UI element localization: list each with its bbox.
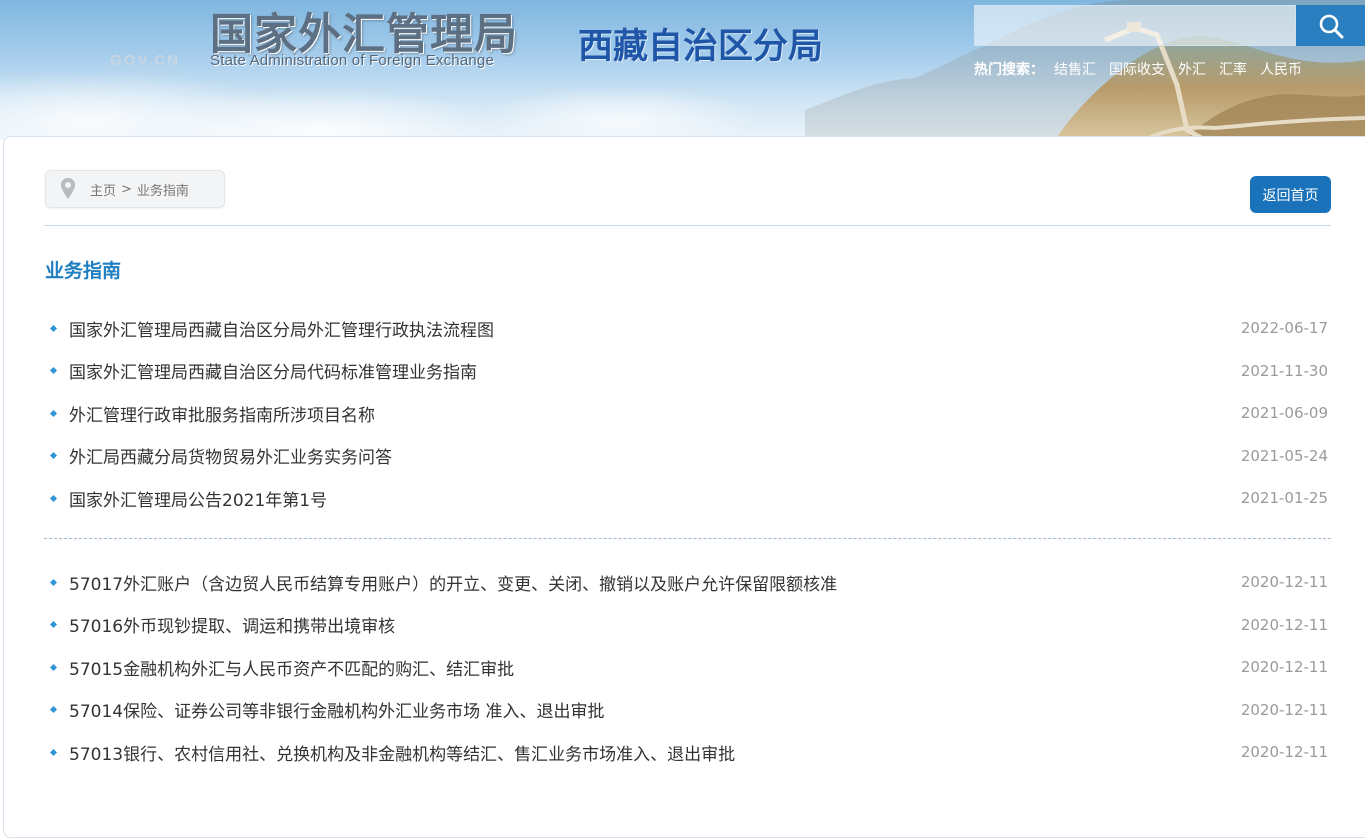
bullet-icon (49, 706, 58, 714)
hot-search-link[interactable]: 结售汇 (1054, 59, 1096, 79)
list-item-link[interactable]: 57017外汇账户（含边贸人民币结算专用账户）的开立、变更、关闭、撤销以及账户允… (69, 570, 837, 595)
search-icon (1319, 14, 1343, 38)
breadcrumb-home-link[interactable]: 主页 (90, 180, 116, 199)
list-item-link[interactable]: 外汇管理行政审批服务指南所涉项目名称 (69, 401, 375, 426)
list-item: 外汇局西藏分局货物贸易外汇业务实务问答 2021-05-24 (48, 435, 1328, 478)
breadcrumb-current[interactable]: 业务指南 (137, 180, 189, 199)
list-item: 57015金融机构外汇与人民币资产不匹配的购汇、结汇审批 2020-12-11 (48, 646, 1328, 689)
bullet-icon (49, 409, 58, 417)
list-item-link[interactable]: 57013银行、农村信用社、兑换机构及非金融机构等结汇、售汇业务市场准入、退出审… (69, 740, 735, 765)
bullet-icon (49, 578, 58, 586)
bullet-icon (49, 452, 58, 460)
list-item-link[interactable]: 57014保险、证券公司等非银行金融机构外汇业务市场 准入、退出审批 (69, 697, 604, 722)
divider (44, 225, 1331, 226)
list-item: 外汇管理行政审批服务指南所涉项目名称 2021-06-09 (48, 392, 1328, 435)
branch-title: 西藏自治区分局 (578, 27, 824, 67)
list-item-link[interactable]: 外汇局西藏分局货物贸易外汇业务实务问答 (69, 443, 392, 468)
list-item-date: 2020-12-11 (1240, 700, 1328, 719)
hot-search-link[interactable]: 人民币 (1260, 59, 1302, 79)
list-item-date: 2020-12-11 (1240, 615, 1328, 634)
guide-list-items: 57017外汇账户（含边贸人民币结算专用账户）的开立、变更、关闭、撤销以及账户允… (48, 561, 1328, 774)
agency-logo-english: State Administration of Foreign Exchange (210, 52, 494, 69)
list-item-date: 2022-06-17 (1240, 319, 1328, 338)
bullet-icon (49, 621, 58, 629)
bullet-icon (49, 663, 58, 671)
list-item-date: 2021-05-24 (1240, 446, 1328, 465)
list-item-date: 2020-12-11 (1240, 573, 1328, 592)
hot-search-link[interactable]: 外汇 (1178, 59, 1206, 79)
list-item-date: 2020-12-11 (1240, 658, 1328, 677)
header-banner: 国家外汇管理局 .GOV.CN State Administration of … (0, 0, 1365, 140)
list-item-link[interactable]: 国家外汇管理局西藏自治区分局代码标准管理业务指南 (69, 358, 477, 383)
hot-search-link[interactable]: 汇率 (1219, 59, 1247, 79)
list-item-date: 2021-01-25 (1240, 489, 1328, 508)
list-item-link[interactable]: 57015金融机构外汇与人民币资产不匹配的购汇、结汇审批 (69, 655, 514, 680)
location-pin-icon (61, 178, 75, 199)
list-item: 国家外汇管理局公告2021年第1号 2021-01-25 (48, 477, 1328, 520)
section-title: 业务指南 (45, 260, 122, 282)
bullet-icon (49, 494, 58, 502)
list-item: 国家外汇管理局西藏自治区分局外汇管理行政执法流程图 2022-06-17 (48, 307, 1328, 350)
breadcrumb-separator: > (121, 181, 132, 197)
search-button[interactable] (1296, 5, 1365, 46)
list-item-date: 2020-12-11 (1240, 743, 1328, 762)
list-item: 57017外汇账户（含边贸人民币结算专用账户）的开立、变更、关闭、撤销以及账户允… (48, 561, 1328, 604)
bullet-icon (49, 324, 58, 332)
hot-search: 热门搜索： 结售汇 国际收支 外汇 汇率 人民币 (974, 59, 1315, 79)
search-input[interactable] (974, 5, 1296, 46)
bullet-icon (49, 748, 58, 756)
hot-search-label: 热门搜索： (974, 62, 1044, 78)
dashed-divider (44, 538, 1331, 539)
list-item-link[interactable]: 57016外币现钞提取、调运和携带出境审核 (69, 612, 395, 637)
return-home-button[interactable]: 返回首页 (1250, 176, 1331, 213)
gov-cn-mark: .GOV.CN (104, 52, 180, 69)
list-item-link[interactable]: 国家外汇管理局西藏自治区分局外汇管理行政执法流程图 (69, 316, 494, 341)
list-item-date: 2021-11-30 (1240, 361, 1328, 380)
list-item-link[interactable]: 国家外汇管理局公告2021年第1号 (69, 486, 327, 511)
list-item: 国家外汇管理局西藏自治区分局代码标准管理业务指南 2021-11-30 (48, 350, 1328, 393)
bullet-icon (49, 367, 58, 375)
guide-list-recent: 国家外汇管理局西藏自治区分局外汇管理行政执法流程图 2022-06-17 国家外… (48, 307, 1328, 520)
list-item: 57016外币现钞提取、调运和携带出境审核 2020-12-11 (48, 604, 1328, 647)
list-item: 57014保险、证券公司等非银行金融机构外汇业务市场 准入、退出审批 2020-… (48, 689, 1328, 732)
list-item: 57013银行、农村信用社、兑换机构及非金融机构等结汇、售汇业务市场准入、退出审… (48, 731, 1328, 774)
breadcrumb: 主页 > 业务指南 (45, 170, 225, 208)
hot-search-link[interactable]: 国际收支 (1109, 59, 1165, 79)
list-item-date: 2021-06-09 (1240, 404, 1328, 423)
